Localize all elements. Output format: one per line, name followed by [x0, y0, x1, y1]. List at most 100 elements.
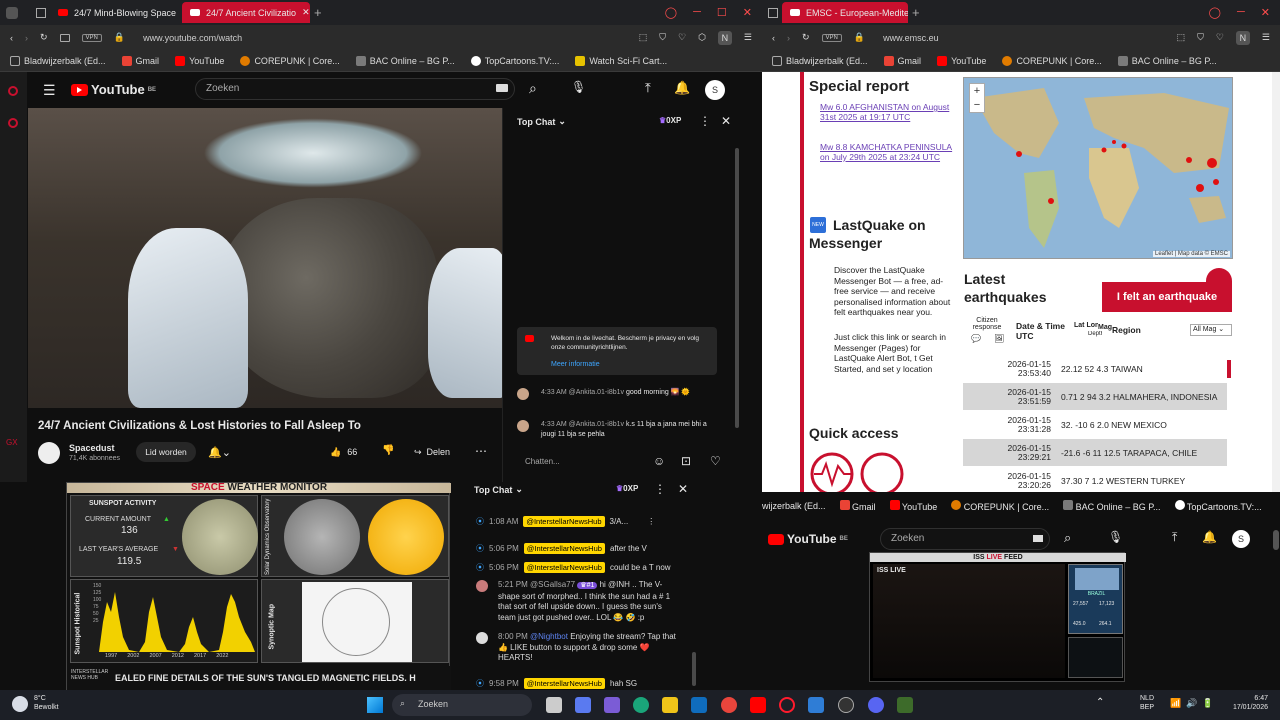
- bookmark-item[interactable]: YouTube: [937, 55, 986, 66]
- microphone-icon[interactable]: 🎙: [571, 80, 586, 94]
- notification-bell-icon[interactable]: 🔔⌄: [208, 446, 231, 459]
- message-user[interactable]: @Nightbot: [530, 632, 568, 641]
- page-scrollbar[interactable]: [1273, 530, 1279, 550]
- bookmark-item[interactable]: TopCartoons.TV:...: [470, 55, 559, 66]
- heart-icon[interactable]: ♡: [1216, 32, 1224, 43]
- new-tab-button[interactable]: +: [314, 5, 322, 20]
- upload-icon[interactable]: ⤒: [1172, 530, 1177, 545]
- close-window-icon[interactable]: ✕: [1261, 6, 1270, 19]
- split-view-icon[interactable]: ⬚: [1177, 32, 1186, 43]
- close-window-icon[interactable]: ✕: [743, 6, 752, 19]
- like-button[interactable]: 👍 66: [330, 442, 357, 462]
- more-info-link[interactable]: Meer informatie: [551, 361, 600, 368]
- message-user[interactable]: @Ankita.01-i8b1v: [569, 421, 624, 428]
- weather-widget[interactable]: 8°C Bewolkt: [34, 694, 59, 712]
- back-icon[interactable]: ‹: [10, 33, 13, 43]
- reload-icon[interactable]: ↻: [802, 32, 810, 43]
- gx-icon[interactable]: GX: [6, 438, 18, 448]
- chat-input[interactable]: Chatten...: [525, 457, 560, 466]
- page-scrollbar[interactable]: [1272, 72, 1280, 492]
- join-button[interactable]: Lid worden: [136, 442, 196, 462]
- taskbar-search[interactable]: ⌕ Zoeken: [392, 694, 532, 716]
- bookmark-item[interactable]: Gmail: [121, 55, 159, 66]
- zoom-controls[interactable]: + −: [969, 83, 985, 113]
- dislike-icon[interactable]: 👎: [382, 445, 394, 456]
- account-avatar[interactable]: S: [705, 80, 725, 100]
- table-scrollbar[interactable]: [1227, 360, 1231, 378]
- chat-scrollbar[interactable]: [692, 652, 696, 686]
- clock[interactable]: 6:47 17/01/2026: [1218, 694, 1268, 712]
- message-user[interactable]: @InterstellarNewsHub: [523, 678, 605, 689]
- bookmark-item[interactable]: YouTube: [175, 55, 224, 66]
- profile-n-icon[interactable]: N: [717, 30, 732, 45]
- channel-avatar[interactable]: [38, 442, 60, 464]
- table-row[interactable]: 2026-01-15 23:20:26 37.30 7 1.2 WESTERN TU…: [963, 467, 1227, 494]
- bookmark-item[interactable]: COREPUNK | Core...: [951, 500, 1049, 512]
- opera-gx-icon[interactable]: [779, 697, 795, 713]
- tab-list-icon[interactable]: [768, 7, 778, 18]
- bookmark-item[interactable]: YouTube: [889, 500, 937, 512]
- bookmark-item[interactable]: Bladwijzerbalk (Ed...: [772, 55, 868, 66]
- bookmark-item[interactable]: Watch Sci-Fi Cart...: [575, 55, 667, 66]
- chat-menu-icon[interactable]: ⋮: [699, 114, 711, 128]
- bookmark-item[interactable]: wijzerbalk (Ed...: [762, 501, 826, 511]
- account-avatar[interactable]: S: [1232, 530, 1250, 548]
- chat-mode-dropdown[interactable]: Top Chat ⌄: [517, 116, 566, 127]
- search-input[interactable]: Zoeken: [880, 528, 1050, 550]
- report-link[interactable]: Mw 8.8 KAMCHATKA PENINSULA on July 29th …: [820, 142, 955, 162]
- clock-icon[interactable]: [8, 118, 18, 128]
- channel-name[interactable]: Spacedust: [69, 443, 115, 453]
- search-icon[interactable]: ⌕: [1064, 530, 1071, 546]
- outlook-icon[interactable]: [691, 697, 707, 713]
- upload-icon[interactable]: ⤒: [645, 80, 651, 96]
- super-chat-icon[interactable]: ⊡: [681, 454, 691, 468]
- tab-emsc[interactable]: EMSC - European-Mediter: [782, 2, 908, 23]
- chat-mode-dropdown[interactable]: Top Chat ⌄: [474, 484, 523, 495]
- vpn-badge[interactable]: VPN: [81, 33, 102, 42]
- search-tabs-icon[interactable]: ◯: [665, 6, 677, 19]
- forward-icon[interactable]: ›: [787, 33, 790, 43]
- bookmark-item[interactable]: COREPUNK | Core...: [1002, 55, 1102, 66]
- more-actions-icon[interactable]: ⋯: [475, 444, 487, 458]
- emoji-icon[interactable]: ☺: [653, 454, 665, 468]
- bookmark-item[interactable]: Bladwijzerbalk (Ed...: [10, 55, 106, 66]
- xp-badge[interactable]: ♛0XP: [616, 484, 638, 493]
- adblock-shield-icon[interactable]: ⛉: [659, 32, 666, 43]
- url-field[interactable]: www.youtube.com/watch: [143, 33, 242, 43]
- clock-app-icon[interactable]: [838, 697, 854, 713]
- table-row[interactable]: 2026-01-15 23:53:40 22.12 52 4.3 TAIWAN: [963, 355, 1227, 382]
- notifications-bell-icon[interactable]: 🔔: [674, 80, 690, 96]
- hamburger-menu-icon[interactable]: ☰: [43, 82, 56, 99]
- bookmark-item[interactable]: COREPUNK | Core...: [240, 55, 340, 66]
- easy-setup-icon[interactable]: ☰: [1262, 32, 1270, 43]
- search-tabs-icon[interactable]: ◯: [1209, 6, 1221, 19]
- youtube-logo[interactable]: YouTube BE: [71, 82, 156, 97]
- col-date-time[interactable]: Date & Time UTC: [1016, 321, 1076, 341]
- back-icon[interactable]: ‹: [772, 33, 775, 43]
- earthquake-map[interactable]: + − Leaflet | Map data © EMSC: [963, 77, 1233, 259]
- reload-icon[interactable]: ↻: [40, 32, 48, 43]
- message-menu-icon[interactable]: ⋮: [647, 517, 655, 526]
- bookmark-item[interactable]: BAC Online – BG P...: [1117, 55, 1217, 66]
- heart-react-icon[interactable]: ♡: [710, 454, 721, 468]
- table-row[interactable]: 2026-01-15 23:51:59 0.71 2 94 3.2 HALMAHER…: [963, 383, 1227, 410]
- calculator-icon[interactable]: [808, 697, 824, 713]
- share-button[interactable]: ↪ Delen: [414, 442, 450, 462]
- youtube-app-icon[interactable]: [750, 697, 766, 713]
- copilot-icon[interactable]: [604, 697, 620, 713]
- message-user[interactable]: @Ankita.01-i8b1v: [569, 389, 624, 396]
- video-player[interactable]: [28, 108, 502, 408]
- youtube-logo[interactable]: YouTube BE: [768, 532, 848, 546]
- vpn-badge[interactable]: VPN: [821, 33, 842, 42]
- wifi-icon[interactable]: 📶: [1170, 698, 1181, 709]
- tab-list-icon[interactable]: [36, 7, 46, 18]
- magnitude-filter[interactable]: All Mag ⌄: [1190, 324, 1232, 336]
- minimize-icon[interactable]: ─: [693, 6, 701, 19]
- file-explorer-icon[interactable]: [662, 697, 678, 713]
- adblock-shield-icon[interactable]: ⛉: [1197, 32, 1204, 43]
- task-view-icon[interactable]: [546, 697, 562, 713]
- iss-video-player[interactable]: ISS LIVE FEED ISS LIVE BRAZIL 27,557 17,…: [869, 552, 1126, 682]
- minimize-icon[interactable]: ─: [1237, 6, 1245, 19]
- teams-icon[interactable]: [575, 697, 591, 713]
- message-user[interactable]: @InterstellarNewsHub: [523, 543, 605, 554]
